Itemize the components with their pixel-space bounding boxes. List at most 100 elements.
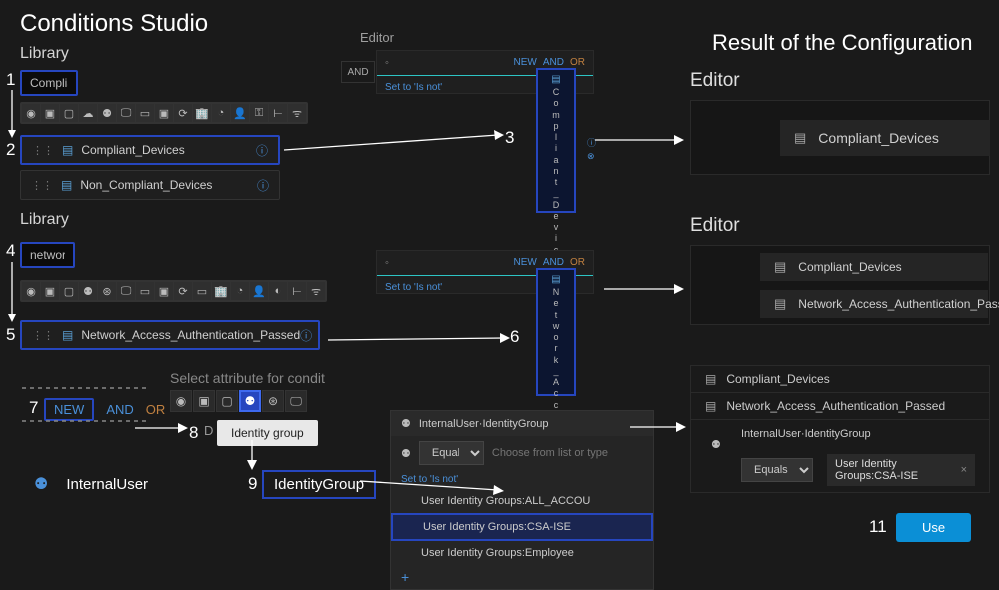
- globe-icon[interactable]: ⊛: [262, 390, 284, 412]
- box-icon[interactable]: ▢: [60, 104, 78, 122]
- device-icon[interactable]: ▭: [136, 104, 154, 122]
- delete-icon[interactable]: ⊗: [587, 151, 596, 162]
- pin-icon[interactable]: ◉: [170, 390, 192, 412]
- search-compliant-input[interactable]: [20, 70, 78, 96]
- attribute-toolbar: ◉ ▣ ▢ ⚉ ⊛ 🖵: [170, 390, 307, 412]
- or-button[interactable]: OR: [146, 402, 166, 417]
- clock-icon[interactable]: ◔: [212, 104, 230, 122]
- building-icon[interactable]: 🏢: [212, 282, 230, 300]
- library-item-name: Compliant_Devices: [81, 143, 256, 157]
- library-toolbar-2: ◉ ▣ ▢ ⚉ ⊛ 🖵 ▭ ▣ ⟳ ▭ 🏢 ◔ 👤 ◐ ⊢ ᯤ: [20, 280, 327, 302]
- document-icon: ▤: [705, 399, 716, 413]
- result-slot-network[interactable]: ▤ Network_Access_Authentication_Passed: [760, 290, 988, 318]
- monitor-icon[interactable]: 🖵: [285, 390, 307, 412]
- vertical-condition-compliant[interactable]: ▤ Comp lian t_De vice s ⓘ ⊗: [536, 68, 576, 213]
- document-icon: ▤: [551, 74, 560, 85]
- device-icon[interactable]: ▭: [136, 282, 154, 300]
- window-icon[interactable]: ▣: [155, 104, 173, 122]
- pin-icon[interactable]: ◉: [22, 104, 40, 122]
- equals-select[interactable]: Equals: [741, 458, 813, 482]
- filter-icon[interactable]: ▣: [193, 390, 215, 412]
- filter-icon[interactable]: ▣: [41, 104, 59, 122]
- filter-icon[interactable]: ▣: [41, 282, 59, 300]
- new-link[interactable]: NEW: [514, 257, 537, 269]
- tree-icon[interactable]: ⊢: [269, 104, 287, 122]
- dictionary-hint: D: [204, 423, 213, 438]
- editor-label: Editor: [360, 30, 394, 45]
- remove-value-icon[interactable]: ×: [961, 464, 967, 476]
- pin-icon[interactable]: ◉: [22, 282, 40, 300]
- final-result-panel: ▤ Compliant_Devices ▤ Network_Access_Aut…: [690, 365, 990, 493]
- identity-group-icon[interactable]: ⚉: [239, 390, 261, 412]
- identity-group-box[interactable]: IdentityGroup: [262, 470, 376, 499]
- card-icon[interactable]: ▭: [193, 282, 211, 300]
- library-item-network-auth[interactable]: ⋮⋮ ▤ Network_Access_Authentication_Passe…: [20, 320, 320, 350]
- document-icon: ▤: [62, 143, 73, 157]
- choose-input[interactable]: [492, 447, 643, 459]
- library-item-compliant-devices[interactable]: ⋮⋮ ▤ Compliant_Devices ⓘ: [20, 135, 280, 165]
- new-link[interactable]: NEW: [514, 57, 537, 69]
- add-condition-button[interactable]: +: [391, 565, 653, 589]
- cloud-icon[interactable]: ☁: [79, 104, 97, 122]
- document-icon: ▤: [62, 328, 73, 342]
- box-icon[interactable]: ▢: [216, 390, 238, 412]
- and-operator-box[interactable]: AND: [341, 61, 375, 83]
- key-icon[interactable]: ⚿: [250, 104, 268, 122]
- drag-handle-icon[interactable]: ⋮⋮: [32, 144, 54, 157]
- value-chip-text: User Identity Groups:CSA-ISE: [835, 458, 955, 482]
- internal-user-row[interactable]: ⚉ InternalUser: [34, 474, 148, 494]
- users-icon[interactable]: ⚉: [98, 104, 116, 122]
- search-placeholder-icon: ◦: [385, 57, 389, 69]
- users-icon[interactable]: ⚉: [79, 282, 97, 300]
- step-9: 9: [248, 474, 257, 494]
- tree-icon[interactable]: ⊢: [288, 282, 306, 300]
- final-row-network[interactable]: ▤ Network_Access_Authentication_Passed: [691, 393, 989, 420]
- info-icon[interactable]: ⓘ: [257, 177, 269, 194]
- step-5: 5: [6, 325, 15, 345]
- library-label-1: Library: [20, 45, 69, 63]
- option-all-accounts[interactable]: User Identity Groups:ALL_ACCOU: [391, 489, 653, 513]
- vertical-condition-network[interactable]: ▤ Netw ork_ Acce ss: [536, 268, 576, 396]
- sync-icon[interactable]: ⟳: [174, 104, 192, 122]
- wifi-icon[interactable]: ᯤ: [307, 282, 325, 300]
- final-row-label: Network_Access_Authentication_Passed: [726, 399, 945, 413]
- sync-icon[interactable]: ⟳: [174, 282, 192, 300]
- option-employee[interactable]: User Identity Groups:Employee: [391, 541, 653, 565]
- user-icon[interactable]: 👤: [231, 104, 249, 122]
- page-title: Conditions Studio: [20, 10, 208, 38]
- new-button[interactable]: NEW: [44, 398, 94, 421]
- building-icon[interactable]: 🏢: [193, 104, 211, 122]
- clock-icon[interactable]: ◔: [231, 282, 249, 300]
- use-button[interactable]: Use: [896, 513, 971, 542]
- document-icon: ▤: [705, 372, 716, 386]
- final-row-compliant[interactable]: ▤ Compliant_Devices: [691, 366, 989, 393]
- equals-select-dd[interactable]: Equals: [419, 441, 484, 465]
- monitor-icon[interactable]: 🖵: [117, 282, 135, 300]
- monitor-icon[interactable]: 🖵: [117, 104, 135, 122]
- document-icon: ▤: [794, 130, 806, 146]
- info-icon[interactable]: ⓘ: [300, 327, 312, 344]
- info-icon[interactable]: ⓘ: [587, 136, 596, 149]
- and-button[interactable]: AND: [106, 402, 133, 417]
- window-icon[interactable]: ▣: [155, 282, 173, 300]
- globe-icon[interactable]: ⊛: [98, 282, 116, 300]
- set-to-isnot-link-dd[interactable]: Set to 'Is not': [391, 470, 653, 489]
- user-icon[interactable]: 👤: [250, 282, 268, 300]
- users-icon: ⚉: [34, 474, 48, 494]
- option-csa-ise[interactable]: User Identity Groups:CSA-ISE: [391, 513, 653, 541]
- result-slot-compliant-2[interactable]: ▤ Compliant_Devices: [760, 253, 988, 281]
- library-item-non-compliant[interactable]: ⋮⋮ ▤ Non_Compliant_Devices ⓘ: [20, 170, 280, 200]
- select-attribute-label: Select attribute for condit: [170, 370, 325, 386]
- drag-handle-icon[interactable]: ⋮⋮: [31, 179, 53, 192]
- info-icon[interactable]: ⓘ: [256, 142, 268, 159]
- wifi-icon[interactable]: ᯤ: [288, 104, 306, 122]
- drag-handle-icon[interactable]: ⋮⋮: [32, 329, 54, 342]
- result-slot-compliant[interactable]: ▤ Compliant_Devices: [780, 120, 990, 156]
- identity-group-tooltip: Identity group: [217, 420, 318, 446]
- internal-user-label: InternalUser: [66, 476, 148, 493]
- logic-row: NEW AND OR: [44, 397, 165, 421]
- gauge-icon[interactable]: ◐: [269, 282, 287, 300]
- box-icon[interactable]: ▢: [60, 282, 78, 300]
- search-network-input[interactable]: [20, 242, 75, 268]
- final-identity-label: InternalUser·IdentityGroup: [741, 428, 871, 440]
